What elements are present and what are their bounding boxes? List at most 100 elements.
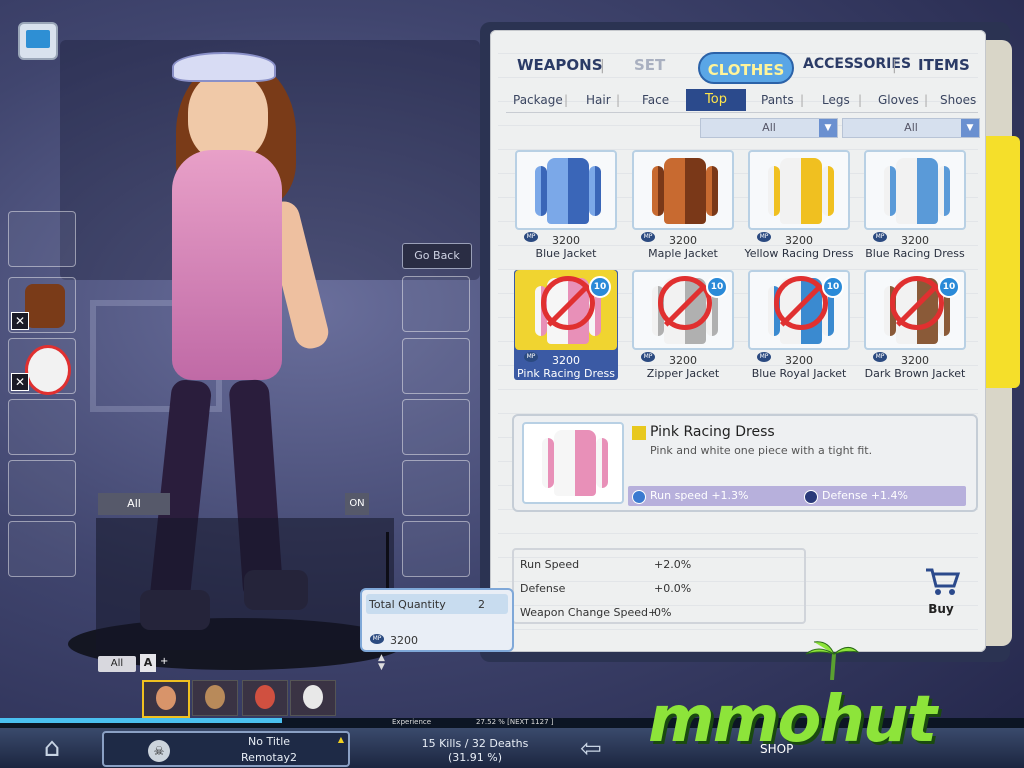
- divider: [506, 112, 978, 113]
- rarity-icon: [632, 426, 646, 440]
- tab-hair[interactable]: Hair: [586, 93, 611, 107]
- bookmark-tab[interactable]: [986, 136, 1020, 388]
- filter-dropdown[interactable]: All ▼: [700, 118, 838, 138]
- filter-value: All: [904, 121, 918, 134]
- character-avatar[interactable]: [290, 680, 336, 716]
- equip-slot[interactable]: [402, 521, 470, 577]
- experience-fill: [0, 718, 282, 723]
- quantity-price: 3200: [390, 634, 418, 647]
- filter-dropdown[interactable]: All ▼: [842, 118, 980, 138]
- detail-description: Pink and white one piece with a tight fi…: [650, 444, 873, 457]
- tab-separator: |: [800, 93, 805, 107]
- item-price: 3200: [901, 354, 929, 367]
- experience-label: Experience: [392, 718, 432, 726]
- tab-shoes[interactable]: Shoes: [940, 93, 976, 107]
- shop-item[interactable]: 10 MP 3200 Blue Royal Jacket: [747, 270, 851, 380]
- back-arrow-icon[interactable]: ⇦: [580, 735, 602, 763]
- shop-item[interactable]: MP 3200 Blue Racing Dress: [863, 150, 967, 260]
- unavailable-icon: [890, 276, 944, 330]
- equip-slot[interactable]: [402, 460, 470, 516]
- item-name: Maple Jacket: [648, 247, 718, 260]
- shop-item[interactable]: MP 3200 Yellow Racing Dress: [744, 150, 854, 260]
- chevron-down-icon[interactable]: ▼: [961, 119, 979, 137]
- tab-legs[interactable]: Legs: [822, 93, 850, 107]
- chat-tab-all[interactable]: All: [98, 493, 170, 515]
- category-items[interactable]: ITEMS: [918, 56, 970, 74]
- shop-item[interactable]: 10 MP 3200 Pink Racing Dress: [514, 270, 618, 380]
- tab-separator: |: [858, 93, 863, 107]
- palm-tree-logo: [805, 641, 860, 680]
- level-badge: 10: [706, 276, 728, 298]
- quantity-label: Total Quantity: [369, 598, 446, 611]
- jacket-image: [652, 158, 718, 224]
- category-clothes[interactable]: CLOTHES: [698, 52, 794, 84]
- item-name: Blue Royal Jacket: [751, 367, 847, 380]
- speed-icon: [632, 490, 646, 504]
- category-separator: |: [892, 58, 897, 74]
- stat-value: +2.0%: [654, 558, 692, 571]
- item-name: Yellow Racing Dress: [744, 247, 854, 260]
- tab-package[interactable]: Package: [513, 93, 563, 107]
- jacket-image: [884, 158, 950, 224]
- category-weapons[interactable]: WEAPONS: [517, 56, 603, 74]
- buy-button[interactable]: Buy: [916, 602, 966, 616]
- equip-slot[interactable]: [8, 521, 76, 577]
- bonus-run-speed: Run speed +1.3%: [650, 489, 749, 502]
- kill-ratio: (31.91 %): [447, 751, 503, 764]
- shop-item[interactable]: 10 MP 3200 Zipper Jacket: [631, 270, 735, 380]
- character-avatar[interactable]: [142, 680, 190, 718]
- chevron-down-icon[interactable]: ▼: [819, 119, 837, 137]
- filter-value: All: [762, 121, 776, 134]
- hair-thumbnail: [25, 284, 65, 328]
- item-name: Zipper Jacket: [646, 367, 720, 380]
- detail-title: Pink Racing Dress: [650, 424, 775, 440]
- tab-face[interactable]: Face: [642, 93, 669, 107]
- item-thumbnail: 10: [748, 270, 850, 350]
- equip-slot[interactable]: [8, 399, 76, 455]
- chat-channel-button[interactable]: All: [98, 656, 136, 672]
- shop-item[interactable]: 10 MP 3200 Dark Brown Jacket: [863, 270, 967, 380]
- equip-slot[interactable]: [402, 276, 470, 332]
- character-avatar[interactable]: [242, 680, 288, 716]
- go-back-button[interactable]: Go Back: [402, 243, 472, 269]
- top-thumbnail: [25, 345, 71, 395]
- equip-slot[interactable]: [402, 399, 470, 455]
- stat-label: Run Speed: [520, 558, 580, 571]
- chevron-up-icon[interactable]: ▲: [338, 735, 344, 744]
- equip-slot[interactable]: [402, 338, 470, 394]
- defense-icon: [804, 490, 818, 504]
- category-set[interactable]: SET: [634, 56, 665, 74]
- equip-slot[interactable]: [8, 460, 76, 516]
- player-title-box[interactable]: ☠ No Title Remotay2 ▲: [102, 731, 350, 767]
- chat-mode-button[interactable]: A: [140, 654, 156, 672]
- item-name: Blue Racing Dress: [865, 247, 965, 260]
- tab-pants[interactable]: Pants: [761, 93, 794, 107]
- detail-thumbnail: [522, 422, 624, 504]
- chat-toggle[interactable]: ON: [345, 493, 369, 515]
- equip-slot-top[interactable]: ✕: [8, 338, 76, 395]
- home-icon[interactable]: ⌂: [36, 734, 68, 762]
- character-avatar[interactable]: [192, 680, 238, 716]
- quantity-value[interactable]: 2: [478, 598, 485, 611]
- shop-item[interactable]: MP 3200 Blue Jacket: [514, 150, 618, 260]
- remove-icon[interactable]: ✕: [11, 373, 29, 391]
- player-name: Remotay2: [241, 751, 297, 764]
- cart-icon[interactable]: [922, 566, 962, 596]
- experience-value: 27.52 % [NEXT 1127 ]: [476, 718, 554, 726]
- quantity-popup: Total Quantity 2 MP 3200: [360, 588, 514, 652]
- tab-gloves[interactable]: Gloves: [878, 93, 919, 107]
- tv-icon[interactable]: [18, 22, 58, 60]
- item-name: Blue Jacket: [535, 247, 597, 260]
- item-price: 3200: [552, 234, 580, 247]
- equip-slot[interactable]: [8, 211, 76, 267]
- chat-plus[interactable]: +: [160, 656, 168, 667]
- tab-top[interactable]: Top: [686, 89, 746, 111]
- bonus-defense: Defense +1.4%: [822, 489, 909, 502]
- equip-slot-hair[interactable]: ✕: [8, 277, 76, 333]
- remove-icon[interactable]: ✕: [11, 312, 29, 330]
- shop-item[interactable]: MP 3200 Maple Jacket: [631, 150, 735, 260]
- unavailable-icon: [658, 276, 712, 330]
- level-badge: 10: [589, 276, 611, 298]
- jacket-image: [535, 158, 601, 224]
- chat-scroll-arrows[interactable]: ▲ ▼: [378, 654, 385, 672]
